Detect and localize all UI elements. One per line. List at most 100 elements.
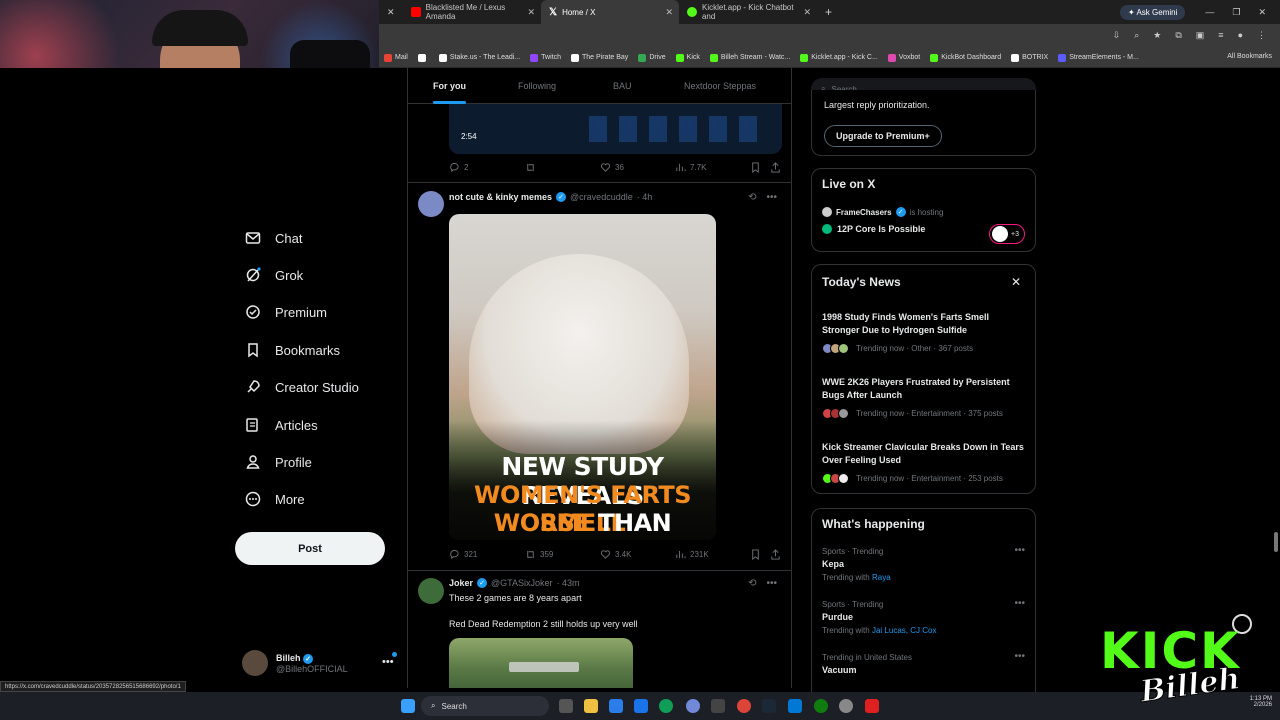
author-handle[interactable]: @cravedcuddle: [570, 192, 633, 202]
bookmark-item[interactable]: Mail: [379, 53, 413, 62]
tab-kicklet[interactable]: Kicklet.app - Kick Chatbot and ✕: [679, 0, 817, 24]
close-icon[interactable]: ✕: [527, 7, 535, 18]
discord-icon[interactable]: [686, 699, 700, 713]
bookmark-item[interactable]: Kicklet.app - Kick C...: [795, 53, 883, 62]
share-button[interactable]: [770, 549, 781, 560]
store-icon[interactable]: [609, 699, 623, 713]
steam-icon[interactable]: [762, 699, 776, 713]
more-dots-icon[interactable]: •••: [1014, 651, 1025, 662]
avatar[interactable]: [418, 578, 444, 604]
close-icon[interactable]: ✕: [665, 7, 673, 18]
more-dots-icon[interactable]: •••: [766, 578, 777, 589]
bookmark-item[interactable]: Stake.us - The Leadi...: [434, 53, 525, 62]
zoom-icon[interactable]: ⌕: [1134, 30, 1139, 41]
close-icon[interactable]: ✕: [1011, 275, 1021, 289]
views-button[interactable]: 7.7K: [675, 162, 706, 173]
mail-app-icon[interactable]: [634, 699, 648, 713]
page-scrollbar[interactable]: [1272, 68, 1280, 688]
maximize-icon[interactable]: ❐: [1232, 7, 1240, 18]
nav-chat[interactable]: Chat: [245, 230, 302, 246]
media-icon[interactable]: ≡: [1218, 30, 1223, 41]
trend-name[interactable]: Purdue: [822, 612, 853, 622]
like-button[interactable]: 3.4K: [600, 549, 631, 560]
bookmark-button[interactable]: [750, 549, 761, 560]
reply-button[interactable]: 321: [449, 549, 477, 560]
post-time[interactable]: · 43m: [557, 578, 580, 588]
tab-nextdoor-steppas[interactable]: Nextdoor Steppas: [684, 68, 756, 104]
install-app-icon[interactable]: ⇩: [1113, 30, 1121, 41]
nav-premium[interactable]: Premium: [245, 304, 327, 320]
nav-articles[interactable]: Articles: [245, 417, 318, 433]
extensions-icon[interactable]: ⧉: [1175, 30, 1181, 41]
author-name[interactable]: not cute & kinky memes: [449, 192, 552, 202]
post-image[interactable]: [449, 638, 633, 688]
xbox-icon[interactable]: [814, 699, 828, 713]
more-dots-icon[interactable]: •••: [766, 192, 777, 203]
previous-post-media[interactable]: 2:54: [449, 104, 782, 154]
more-dots-icon[interactable]: •••: [382, 656, 394, 668]
more-dots-icon[interactable]: •••: [1014, 545, 1025, 556]
listeners-badge[interactable]: +3: [989, 224, 1025, 244]
taskbar-search[interactable]: ⌕ Search: [421, 696, 549, 716]
app-icon[interactable]: [711, 699, 725, 713]
task-view-icon[interactable]: [559, 699, 573, 713]
bookmark-item[interactable]: [413, 53, 434, 62]
tab-following[interactable]: Following: [518, 68, 556, 104]
account-switcher[interactable]: Billeh ✓ @BillehOFFICIAL •••: [242, 650, 402, 676]
bookmark-item[interactable]: Billeh Stream - Watc...: [705, 53, 795, 62]
edge-icon[interactable]: [659, 699, 673, 713]
upgrade-premium-button[interactable]: Upgrade to Premium+: [824, 125, 942, 147]
nav-grok[interactable]: Grok: [245, 267, 303, 283]
close-icon[interactable]: ✕: [803, 7, 811, 18]
grok-icon[interactable]: ⟲: [748, 192, 756, 203]
settings-icon[interactable]: [839, 699, 853, 713]
star-icon[interactable]: ★: [1153, 30, 1161, 41]
news-headline[interactable]: WWE 2K26 Players Frustrated by Persisten…: [822, 376, 1028, 402]
views-button[interactable]: 231K: [675, 549, 709, 560]
author-handle[interactable]: @GTASixJoker: [491, 578, 552, 588]
repost-button[interactable]: [525, 162, 536, 173]
window-close-icon[interactable]: ✕: [1258, 7, 1266, 18]
close-tab-icon[interactable]: ✕: [379, 7, 403, 18]
sidebar-icon[interactable]: ▣: [1196, 30, 1205, 41]
news-headline[interactable]: Kick Streamer Clavicular Breaks Down in …: [822, 441, 1028, 467]
tab-for-you[interactable]: For you: [433, 68, 466, 104]
browser-menu-icon[interactable]: ⋮: [1257, 30, 1266, 41]
app-icon[interactable]: [865, 699, 879, 713]
bookmark-item[interactable]: StreamElements - M...: [1053, 53, 1144, 62]
trend-name[interactable]: Kepa: [822, 559, 844, 569]
live-host[interactable]: FrameChasers ✓ is hosting: [822, 207, 943, 217]
tab-bau[interactable]: BAU: [613, 68, 632, 104]
bookmark-item[interactable]: BOTRIX: [1006, 53, 1053, 62]
post-time[interactable]: · 4h: [637, 192, 653, 202]
more-dots-icon[interactable]: •••: [1014, 598, 1025, 609]
tab-youtube[interactable]: Blacklisted Me / Lexus Amanda ✕: [403, 0, 541, 24]
bookmark-item[interactable]: Drive: [633, 53, 670, 62]
trend-name[interactable]: Vacuum: [822, 665, 857, 675]
reply-button[interactable]: 2: [449, 162, 468, 173]
minimize-icon[interactable]: —: [1205, 7, 1214, 18]
nav-profile[interactable]: Profile: [245, 454, 312, 470]
bookmark-item[interactable]: KickBot Dashboard: [925, 53, 1006, 62]
like-button[interactable]: 36: [600, 162, 624, 173]
bookmark-button[interactable]: [750, 162, 761, 173]
repost-button[interactable]: 359: [525, 549, 553, 560]
bookmark-item[interactable]: Voxbot: [883, 53, 925, 62]
nav-bookmarks[interactable]: Bookmarks: [245, 342, 340, 358]
nav-creator-studio[interactable]: Creator Studio: [245, 379, 359, 395]
all-bookmarks-button[interactable]: All Bookmarks: [1219, 53, 1272, 60]
chrome-icon[interactable]: [737, 699, 751, 713]
post-button[interactable]: Post: [235, 532, 385, 565]
post-image[interactable]: NEW STUDY REVEALS WOMEN'S FARTS SMELL WO…: [449, 214, 716, 540]
author-name[interactable]: Joker: [449, 578, 473, 588]
live-stream-title[interactable]: 12P Core Is Possible: [822, 224, 925, 234]
bookmark-item[interactable]: Kick: [671, 53, 705, 62]
bookmark-item[interactable]: Twitch: [525, 53, 566, 62]
avatar[interactable]: [418, 191, 444, 217]
start-icon[interactable]: [401, 699, 415, 713]
app-icon[interactable]: [788, 699, 802, 713]
tab-home-x[interactable]: 𝕏 Home / X ✕: [541, 0, 679, 24]
share-button[interactable]: [770, 162, 781, 173]
grok-icon[interactable]: ⟲: [748, 578, 756, 589]
nav-more[interactable]: More: [245, 491, 305, 507]
